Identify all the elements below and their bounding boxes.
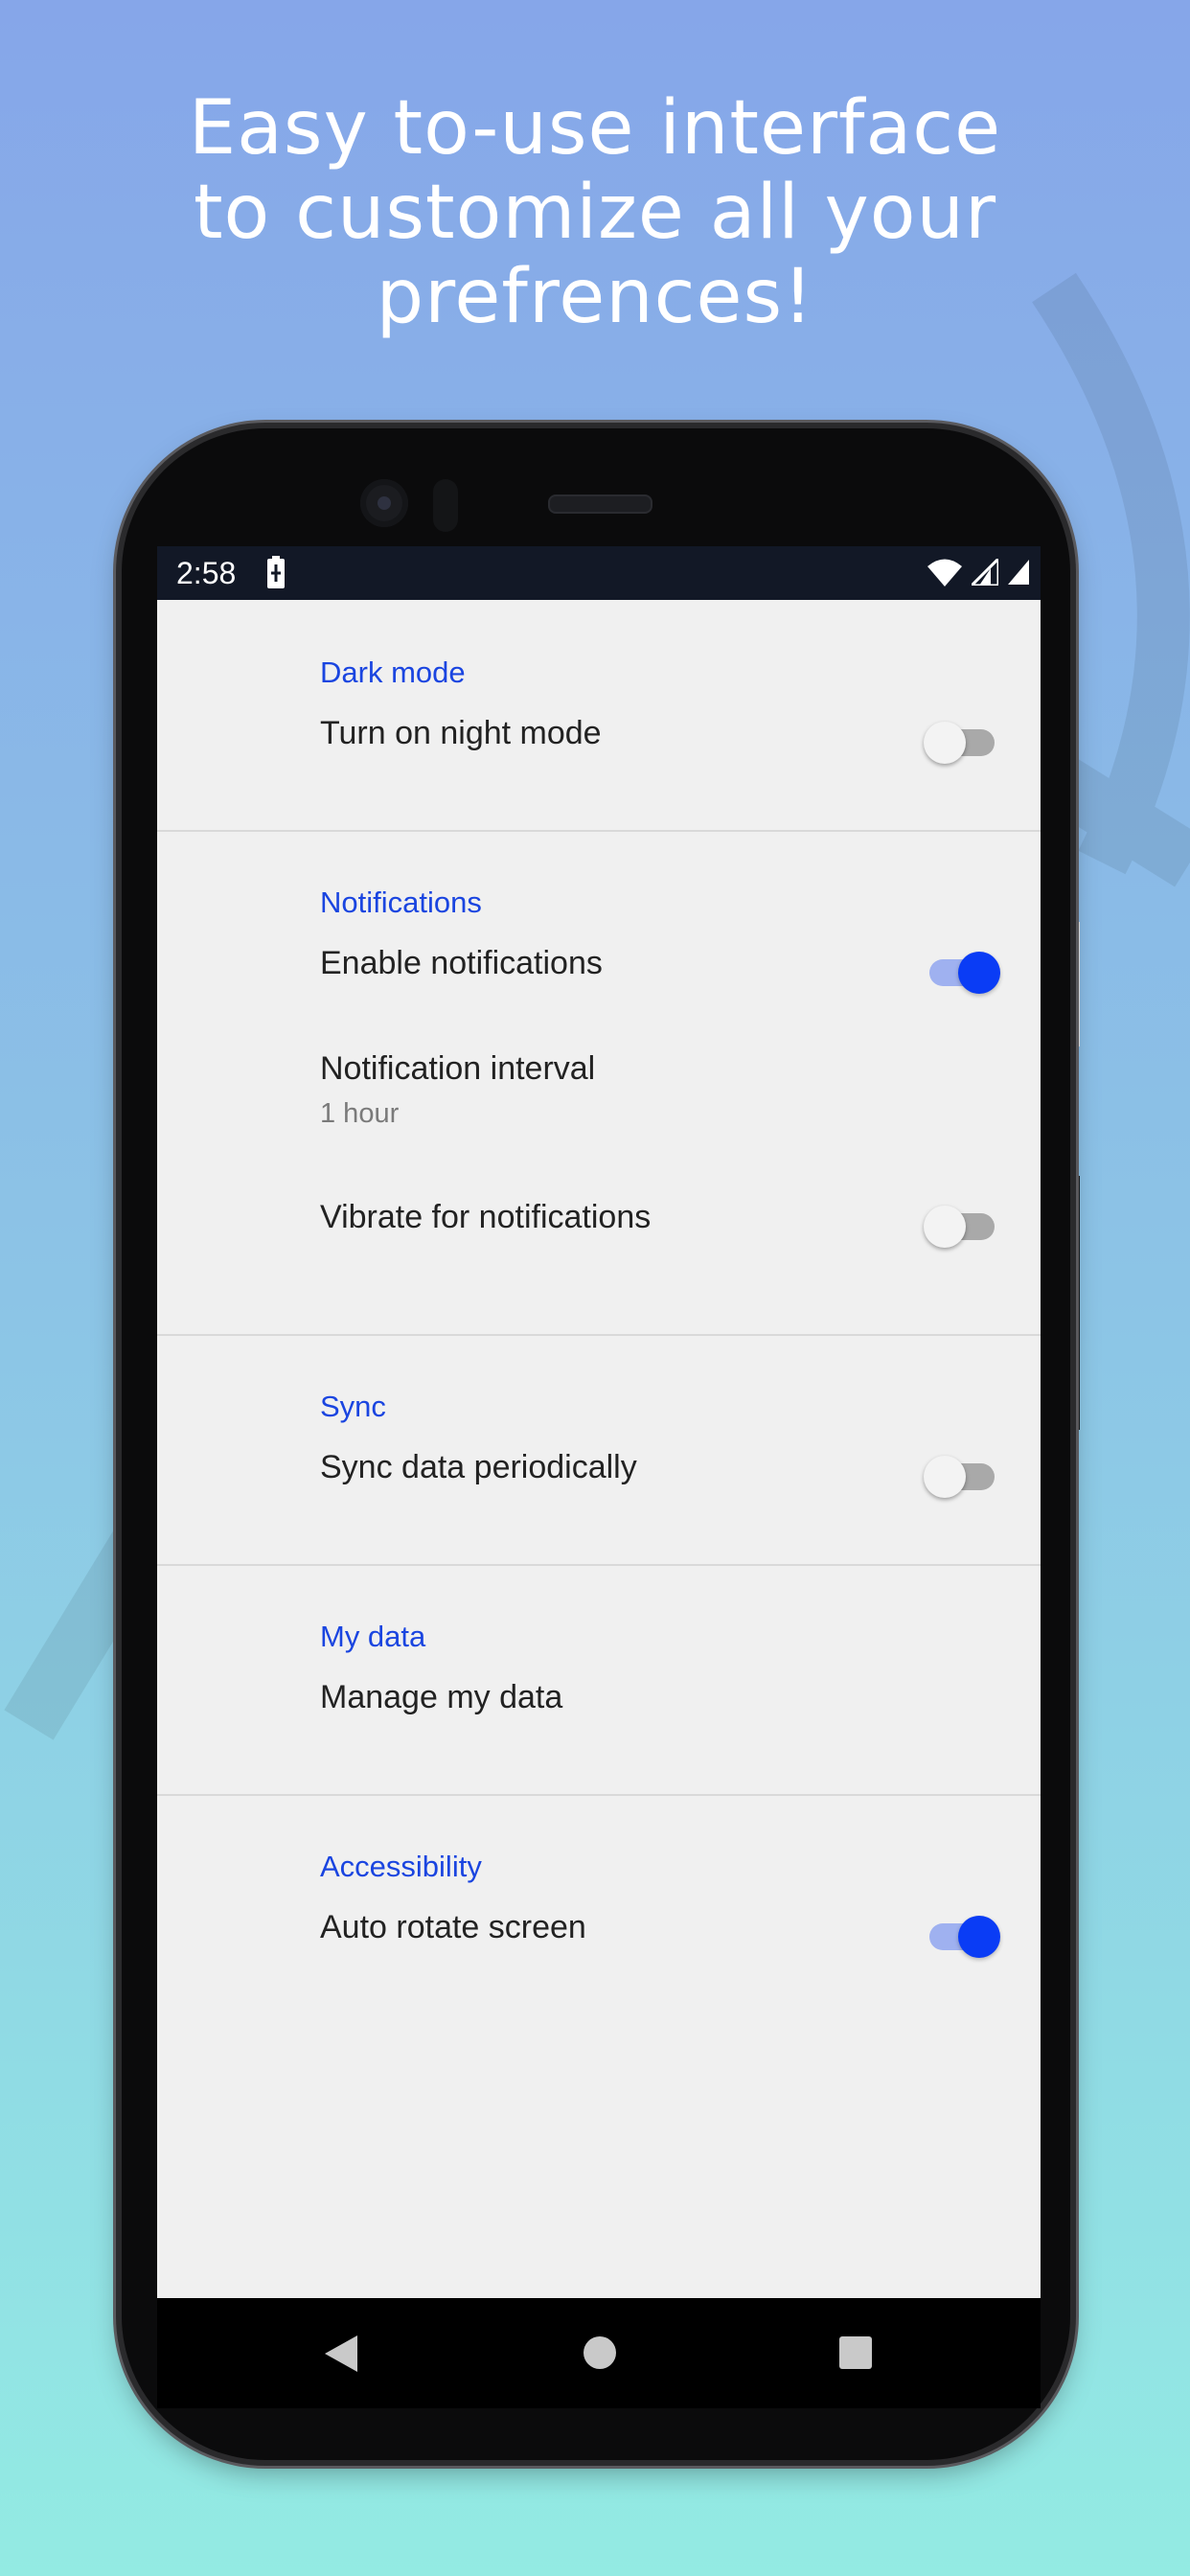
setting-label: Manage my data <box>320 1679 563 1715</box>
section-title-text: Sync <box>320 1390 386 1423</box>
battery-charging-icon <box>267 556 285 588</box>
setting-row-sync-periodically[interactable]: Sync data periodically <box>157 1420 1041 1535</box>
setting-label: Enable notifications <box>320 945 603 981</box>
phone-volume-button <box>1069 1176 1080 1430</box>
section-sync: Sync Sync data periodically <box>157 1336 1041 1566</box>
toggle-thumb <box>958 1916 1000 1958</box>
section-title-text: My data <box>320 1620 426 1653</box>
toggle-thumb <box>924 1456 966 1498</box>
section-title-sync: Sync <box>157 1336 1041 1423</box>
sync-periodically-toggle[interactable] <box>924 1453 1000 1498</box>
headline-line-1: Easy to-use interface <box>188 85 1002 172</box>
night-mode-toggle[interactable] <box>924 719 1000 764</box>
status-bar: 2:58 <box>157 546 1041 600</box>
wifi-icon <box>927 559 962 586</box>
section-dark-mode: Dark mode Turn on night mode <box>157 600 1041 832</box>
status-time: 2:58 <box>176 556 237 590</box>
toggle-thumb <box>924 722 966 764</box>
section-title-text: Dark mode <box>320 656 466 689</box>
setting-label: Turn on night mode <box>320 715 602 751</box>
home-icon[interactable] <box>584 2336 616 2369</box>
section-title-dark-mode: Dark mode <box>157 600 1041 689</box>
section-title-notifications: Notifications <box>157 832 1041 919</box>
section-title-accessibility: Accessibility <box>157 1796 1041 1883</box>
settings-screen: Dark mode Turn on night mode Notificatio… <box>157 600 1041 2298</box>
setting-row-manage-data[interactable]: Manage my data <box>157 1650 1041 1765</box>
earpiece-speaker <box>548 494 652 514</box>
headline-line-3: prefrences! <box>376 254 814 340</box>
network-icon <box>1008 560 1029 585</box>
section-notifications: Notifications Enable notifications Notif… <box>157 832 1041 1336</box>
setting-row-notification-interval[interactable]: Notification interval 1 hour <box>157 1031 1041 1170</box>
back-icon[interactable] <box>325 2335 357 2372</box>
front-camera <box>360 479 408 527</box>
auto-rotate-toggle[interactable] <box>924 1913 1000 1958</box>
setting-label: Sync data periodically <box>320 1449 637 1485</box>
setting-label: Vibrate for notifications <box>320 1199 652 1235</box>
setting-summary: 1 hour <box>320 1098 400 1129</box>
recents-icon[interactable] <box>839 2336 872 2369</box>
section-title-text: Notifications <box>320 886 482 919</box>
navigation-bar <box>157 2298 1041 2408</box>
vibrate-toggle[interactable] <box>924 1203 1000 1248</box>
phone-power-button <box>1069 922 1080 1046</box>
enable-notifications-toggle[interactable] <box>924 949 1000 994</box>
section-accessibility: Accessibility Auto rotate screen <box>157 1796 1041 2045</box>
setting-row-vibrate[interactable]: Vibrate for notifications <box>157 1170 1041 1285</box>
setting-row-auto-rotate[interactable]: Auto rotate screen <box>157 1880 1041 1995</box>
section-title-my-data: My data <box>157 1566 1041 1653</box>
cell-signal-icon <box>972 559 998 586</box>
setting-row-night-mode[interactable]: Turn on night mode <box>157 686 1041 801</box>
setting-label: Auto rotate screen <box>320 1909 586 1945</box>
headline-line-2: to customize all your <box>193 170 997 256</box>
setting-label: Notification interval <box>320 1050 596 1087</box>
toggle-thumb <box>924 1206 966 1248</box>
section-title-text: Accessibility <box>320 1850 482 1883</box>
toggle-thumb <box>958 952 1000 994</box>
setting-row-enable-notifications[interactable]: Enable notifications <box>157 916 1041 1031</box>
section-my-data: My data Manage my data <box>157 1566 1041 1796</box>
headline: Easy to-use interface to customize all y… <box>0 86 1190 339</box>
proximity-sensor <box>433 479 458 532</box>
